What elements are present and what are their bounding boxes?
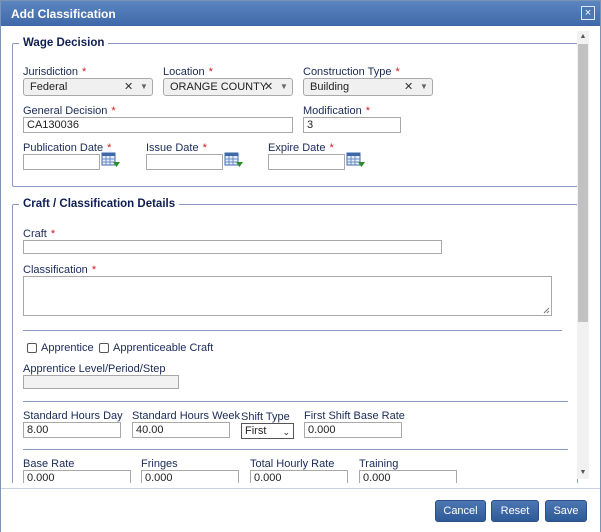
apprentice-checkbox[interactable]	[27, 343, 37, 353]
chevron-down-icon[interactable]: ▼	[280, 82, 288, 91]
cancel-button[interactable]: Cancel	[435, 500, 486, 522]
base-rate-label: Base Rate	[23, 458, 75, 470]
expire-date-field[interactable]	[268, 154, 345, 170]
apprentice-label: Apprentice	[41, 342, 94, 354]
scrollbar-thumb[interactable]	[578, 44, 588, 322]
total-hourly-rate-field[interactable]: 0.000	[250, 470, 348, 483]
issue-date-field[interactable]	[146, 154, 223, 170]
general-decision-field[interactable]: CA130036	[23, 117, 293, 133]
dialog-content: Wage Decision Jurisdiction * Federal ✕ ▼ …	[2, 26, 591, 483]
apprenticeable-craft-label: Apprenticeable Craft	[113, 342, 214, 354]
calendar-icon[interactable]	[101, 152, 121, 168]
chevron-down-icon[interactable]: ▼	[140, 82, 148, 91]
add-classification-dialog: Add Classification × Wage Decision Juris…	[0, 0, 601, 532]
resize-grip-icon[interactable]	[543, 307, 550, 314]
classification-textarea[interactable]	[23, 276, 552, 316]
modification-field[interactable]: 3	[303, 117, 401, 133]
apprentice-level-field	[23, 375, 179, 389]
location-value: ORANGE COUNTY	[170, 81, 268, 93]
dialog-titlebar: Add Classification ×	[1, 1, 600, 26]
location-combobox[interactable]: ORANGE COUNTY ✕ ▼	[163, 78, 293, 96]
chevron-down-icon: ⌄	[282, 427, 290, 437]
construction-type-label: Construction Type *	[303, 66, 400, 78]
expire-date-label: Expire Date *	[268, 142, 334, 154]
standard-hours-day-field[interactable]: 8.00	[23, 422, 121, 438]
publication-date-label: Publication Date *	[23, 142, 112, 154]
base-rate-field[interactable]: 0.000	[23, 470, 131, 483]
save-button[interactable]: Save	[545, 500, 587, 522]
wage-decision-legend: Wage Decision	[23, 37, 105, 49]
construction-type-combobox[interactable]: Building ✕ ▼	[303, 78, 433, 96]
calendar-icon[interactable]	[346, 152, 366, 168]
general-decision-label: General Decision *	[23, 105, 116, 117]
apprenticeable-craft-checkbox[interactable]	[99, 343, 109, 353]
vertical-scrollbar[interactable]: ▲ ▼	[577, 31, 589, 479]
chevron-down-icon[interactable]: ▼	[420, 82, 428, 91]
craft-details-legend: Craft / Classification Details	[23, 198, 176, 210]
dialog-title: Add Classification	[11, 7, 116, 21]
fringes-label: Fringes	[141, 458, 178, 470]
calendar-icon[interactable]	[224, 152, 244, 168]
craft-label: Craft *	[23, 228, 56, 240]
fringes-field[interactable]: 0.000	[141, 470, 239, 483]
apprentice-level-label: Apprentice Level/Period/Step	[23, 363, 166, 375]
standard-hours-day-label: Standard Hours Day	[23, 410, 123, 422]
jurisdiction-value: Federal	[30, 81, 68, 93]
section-divider	[23, 330, 562, 331]
training-field[interactable]: 0.000	[359, 470, 457, 483]
clear-x-icon[interactable]: ✕	[404, 80, 413, 93]
standard-hours-week-field[interactable]: 40.00	[132, 422, 230, 438]
classification-label: Classification *	[23, 264, 97, 276]
close-icon[interactable]: ×	[581, 6, 595, 20]
craft-field[interactable]	[23, 240, 442, 254]
jurisdiction-label: Jurisdiction *	[23, 66, 87, 78]
total-hourly-rate-label: Total Hourly Rate	[250, 458, 335, 470]
section-divider	[23, 401, 568, 402]
scroll-down-icon[interactable]: ▼	[579, 469, 587, 477]
construction-type-value: Building	[310, 81, 350, 93]
jurisdiction-combobox[interactable]: Federal ✕ ▼	[23, 78, 153, 96]
issue-date-label: Issue Date *	[146, 142, 207, 154]
shift-type-value: First	[245, 425, 267, 437]
publication-date-field[interactable]	[23, 154, 100, 170]
first-shift-base-rate-label: First Shift Base Rate	[304, 410, 405, 422]
modification-label: Modification *	[303, 105, 370, 117]
clear-x-icon[interactable]: ✕	[124, 80, 133, 93]
reset-button[interactable]: Reset	[491, 500, 539, 522]
training-label: Training	[359, 458, 399, 470]
standard-hours-week-label: Standard Hours Week	[132, 410, 241, 422]
first-shift-base-rate-field[interactable]: 0.000	[304, 422, 402, 438]
shift-type-label: Shift Type	[241, 411, 290, 423]
section-divider	[23, 449, 568, 450]
scroll-up-icon[interactable]: ▲	[579, 33, 587, 41]
location-label: Location *	[163, 66, 213, 78]
shift-type-select[interactable]: First ⌄	[241, 423, 294, 439]
clear-x-icon[interactable]: ✕	[264, 80, 273, 93]
